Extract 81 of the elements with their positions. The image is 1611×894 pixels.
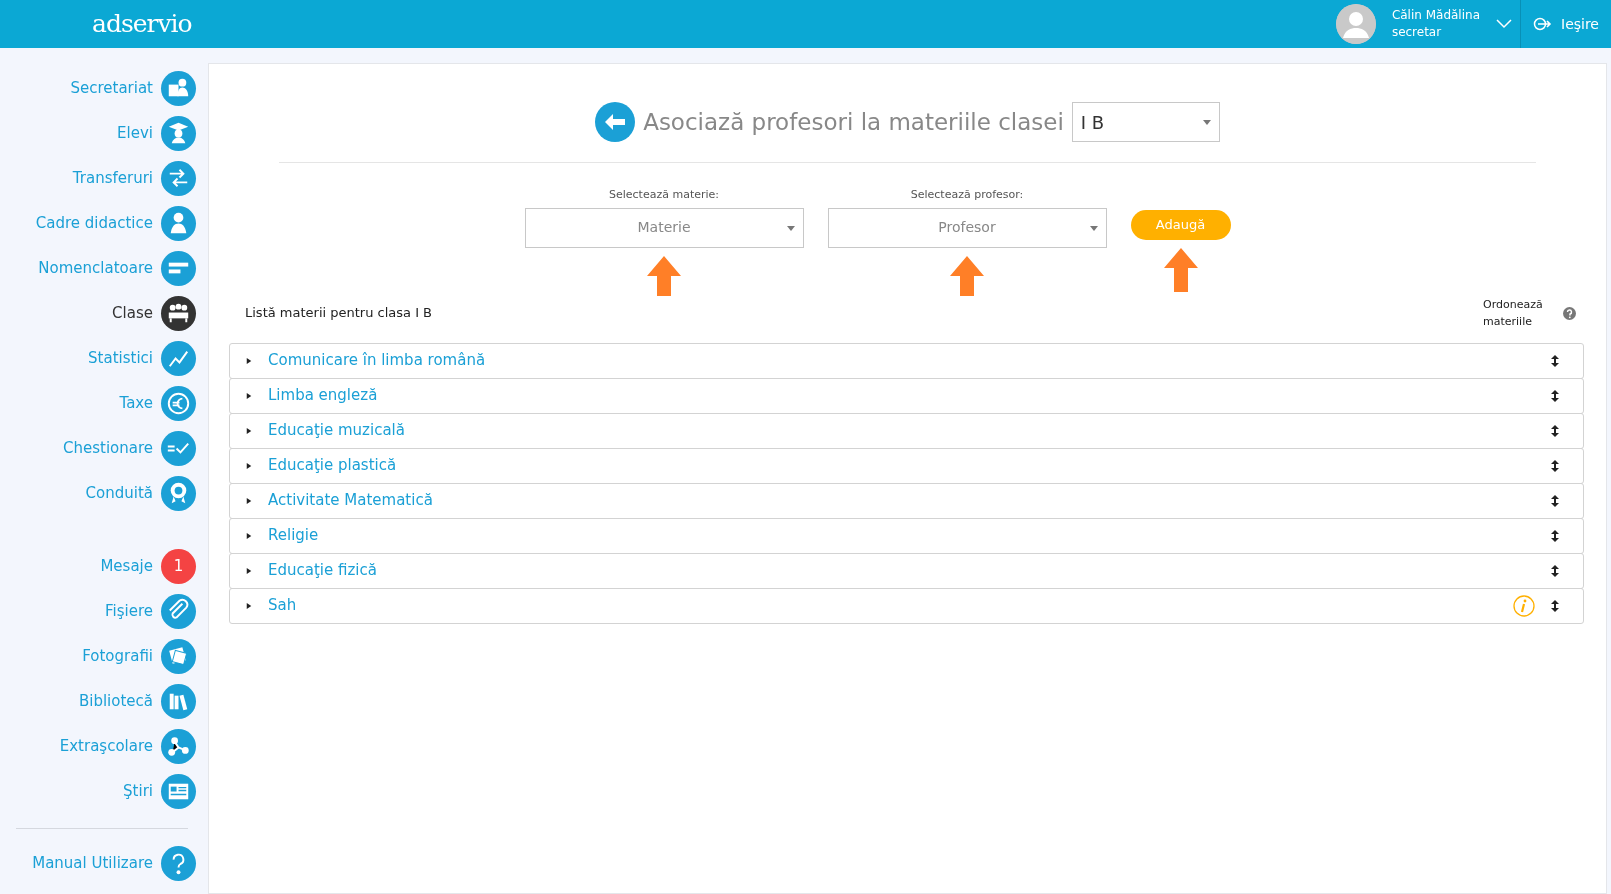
bars-icon — [161, 251, 196, 286]
sidebar-item[interactable]: Clase — [0, 291, 208, 336]
logout-link[interactable]: Ieşire — [1520, 0, 1611, 48]
user-role: secretar — [1391, 24, 1443, 41]
sidebar-item[interactable]: Statistici — [0, 336, 208, 381]
sidebar-item[interactable]: Nomenclatoare — [0, 246, 208, 291]
group-icon — [161, 296, 196, 331]
sort-handle-icon[interactable] — [1551, 354, 1559, 367]
sort-handle-icon[interactable] — [1551, 424, 1559, 437]
subject-link[interactable]: Limba engleză — [268, 384, 378, 407]
teacher-label: Selectează profesor: — [910, 187, 1024, 203]
sort-handle-icon[interactable] — [1551, 389, 1559, 402]
sidebar-item[interactable]: Transferuri — [0, 156, 208, 201]
sidebar-item[interactable]: Cadre didactice — [0, 201, 208, 246]
avatar-silhouette — [1335, 4, 1376, 44]
sidebar-item[interactable]: Manual Utilizare — [0, 841, 208, 886]
page-title: Asociază profesori la materiile clasei — [643, 107, 1064, 137]
caret-icon[interactable] — [246, 566, 252, 575]
user-name: Călin Mădălina — [1391, 7, 1480, 24]
logo[interactable]: adservio — [92, 5, 192, 43]
list-title: Listă materii pentru clasa I B — [245, 304, 433, 323]
sidebar-item[interactable]: Ştiri — [0, 769, 208, 814]
caret-icon[interactable] — [246, 461, 252, 470]
unread-count: 1 — [161, 549, 196, 584]
checklist-icon — [161, 431, 196, 466]
rosette-icon — [161, 476, 196, 511]
caret-icon[interactable] — [246, 601, 252, 610]
sidebar-item[interactable]: Elevi — [0, 111, 208, 156]
help-icon[interactable] — [1563, 306, 1576, 320]
person-icon — [161, 206, 196, 241]
caret-icon — [1202, 120, 1211, 125]
paperclip-icon — [161, 594, 196, 629]
sidebar-item[interactable]: Secretariat — [0, 66, 208, 111]
order-label: Ordonează materiile — [1483, 296, 1544, 331]
graduate-icon — [161, 116, 196, 151]
subject-link[interactable]: Comunicare în limba română — [268, 349, 486, 372]
add-button[interactable]: Adaugă — [1130, 210, 1231, 240]
caret-icon[interactable] — [246, 496, 252, 505]
subject-link[interactable]: Religie — [268, 524, 319, 547]
subject-link[interactable]: Sah — [268, 594, 297, 617]
up-arrow-annotation — [647, 255, 681, 296]
caret-icon[interactable] — [246, 356, 252, 365]
sort-handle-icon[interactable] — [1551, 599, 1559, 612]
books-icon — [161, 684, 196, 719]
class-dropdown[interactable]: I B — [1071, 102, 1220, 142]
sort-handle-icon[interactable] — [1551, 459, 1559, 472]
sidebar-item[interactable]: Fişiere — [0, 589, 208, 634]
sort-handle-icon[interactable] — [1551, 529, 1559, 542]
caret-icon[interactable] — [246, 391, 252, 400]
document-person-icon — [161, 71, 196, 106]
sidebar-item[interactable]: Chestionare — [0, 426, 208, 471]
back-button[interactable] — [595, 102, 636, 142]
teacher-dropdown[interactable]: Profesor — [827, 207, 1107, 248]
subject-link[interactable]: Educaţie muzicală — [268, 419, 405, 442]
sidebar-item[interactable]: Taxe — [0, 381, 208, 426]
subject-link[interactable]: Educaţie fizică — [268, 559, 377, 582]
newspaper-icon — [161, 774, 196, 809]
sidebar-item[interactable]: Mesaje 1 — [0, 544, 208, 589]
up-arrow-annotation — [1163, 248, 1198, 292]
sidebar-item[interactable]: Fotografii — [0, 634, 208, 679]
nodes-icon — [161, 729, 196, 764]
sidebar-item[interactable]: Conduită — [0, 471, 208, 516]
swap-arrows-icon — [161, 161, 196, 196]
subject-label: Selectează materie: — [608, 187, 719, 203]
photos-icon — [161, 639, 196, 674]
subject-link[interactable]: Activitate Matematică — [268, 489, 433, 512]
chevron-down-icon[interactable] — [1496, 19, 1512, 29]
sidebar-item[interactable]: Extraşcolare — [0, 724, 208, 769]
left-arrow-icon — [604, 113, 627, 131]
caret-icon[interactable] — [246, 426, 252, 435]
caret-icon — [1089, 225, 1098, 231]
sort-handle-icon[interactable] — [1551, 494, 1559, 507]
sort-handle-icon[interactable] — [1551, 564, 1559, 577]
up-arrow-annotation — [950, 255, 984, 296]
caret-icon — [786, 225, 795, 231]
caret-icon[interactable] — [246, 531, 252, 540]
subject-link[interactable]: Educaţie plastică — [268, 454, 397, 477]
subject-dropdown[interactable]: Materie — [524, 207, 804, 248]
logout-icon — [1533, 17, 1553, 31]
sidebar-item[interactable]: Bibliotecă — [0, 679, 208, 724]
help-icon — [161, 846, 196, 881]
